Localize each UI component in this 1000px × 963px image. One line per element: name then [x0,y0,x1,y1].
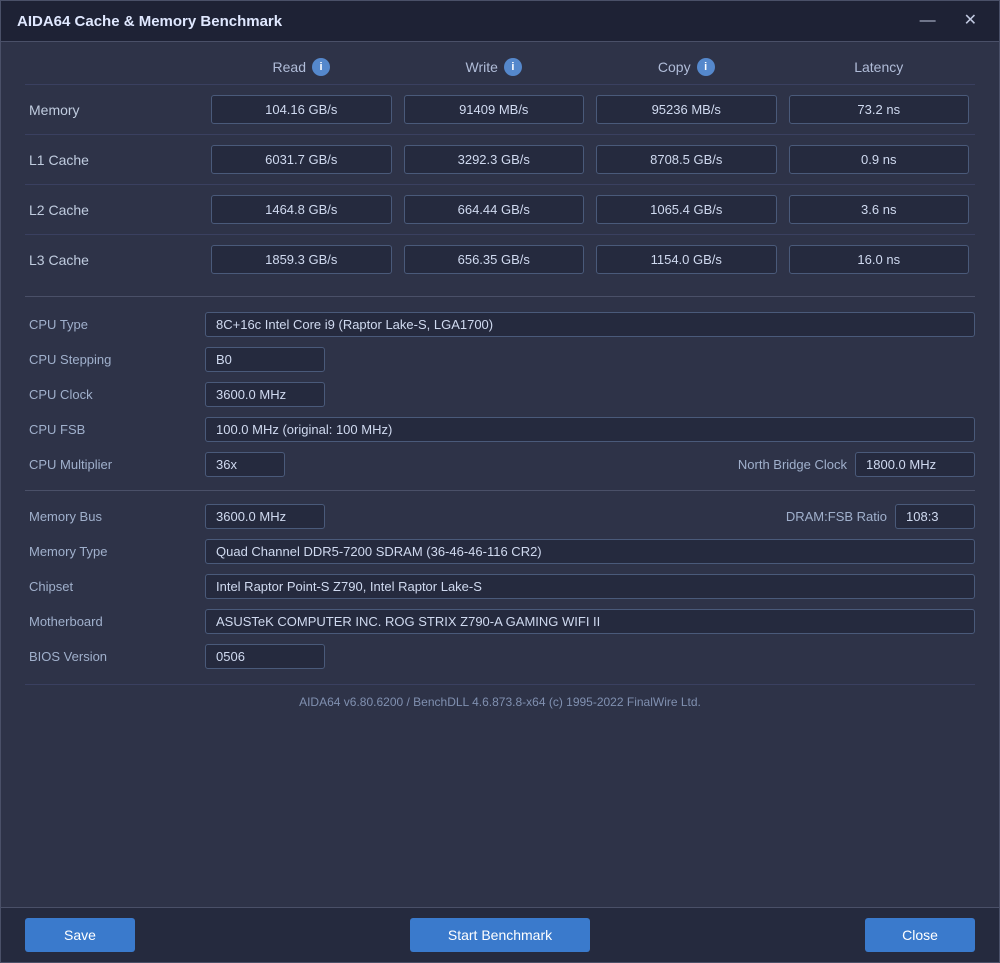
l2cache-copy: 1065.4 GB/s [596,195,777,224]
l1cache-row: L1 Cache 6031.7 GB/s 3292.3 GB/s 8708.5 … [25,134,975,184]
memory-bus-label: Memory Bus [25,509,205,524]
chipset-row: Chipset Intel Raptor Point-S Z790, Intel… [25,571,975,602]
cpu-stepping-row: CPU Stepping B0 [25,344,975,375]
section-divider-2 [25,490,975,491]
cpu-stepping-value: B0 [205,347,325,372]
content-area: Read i Write i Copy i Latency Memory 104… [1,42,999,907]
l2cache-row: L2 Cache 1464.8 GB/s 664.44 GB/s 1065.4 … [25,184,975,234]
north-bridge-value: 1800.0 MHz [855,452,975,477]
window-controls: — ✕ [914,11,983,31]
memory-write: 91409 MB/s [404,95,585,124]
copy-header: Copy i [590,58,783,76]
cpu-fsb-label: CPU FSB [25,422,205,437]
read-header: Read i [205,58,398,76]
memory-bus-value: 3600.0 MHz [205,504,325,529]
cpu-fsb-value: 100.0 MHz (original: 100 MHz) [205,417,975,442]
bios-row: BIOS Version 0506 [25,641,975,672]
l1cache-copy: 8708.5 GB/s [596,145,777,174]
memory-type-label: Memory Type [25,544,205,559]
l2cache-write: 664.44 GB/s [404,195,585,224]
cpu-clock-value: 3600.0 MHz [205,382,325,407]
write-info-icon[interactable]: i [504,58,522,76]
chipset-value: Intel Raptor Point-S Z790, Intel Raptor … [205,574,975,599]
cpu-type-row: CPU Type 8C+16c Intel Core i9 (Raptor La… [25,309,975,340]
cpu-multiplier-label: CPU Multiplier [25,457,205,472]
motherboard-value: ASUSTeK COMPUTER INC. ROG STRIX Z790-A G… [205,609,975,634]
dram-fsb-value: 108:3 [895,504,975,529]
bios-value: 0506 [205,644,325,669]
cpu-clock-row: CPU Clock 3600.0 MHz [25,379,975,410]
l2cache-read: 1464.8 GB/s [211,195,392,224]
title-bar: AIDA64 Cache & Memory Benchmark — ✕ [1,1,999,42]
north-bridge-label: North Bridge Clock [738,457,847,472]
save-button[interactable]: Save [25,918,135,952]
minimize-button[interactable]: — [914,11,942,31]
footer-status: AIDA64 v6.80.6200 / BenchDLL 4.6.873.8-x… [25,684,975,715]
l3cache-label: L3 Cache [25,252,205,268]
memory-type-value: Quad Channel DDR5-7200 SDRAM (36-46-46-1… [205,539,975,564]
dram-fsb-label: DRAM:FSB Ratio [786,509,887,524]
write-header: Write i [398,58,591,76]
info-section: CPU Type 8C+16c Intel Core i9 (Raptor La… [25,309,975,672]
cpu-multiplier-row: CPU Multiplier 36x North Bridge Clock 18… [25,449,975,480]
main-window: AIDA64 Cache & Memory Benchmark — ✕ Read… [0,0,1000,963]
motherboard-label: Motherboard [25,614,205,629]
cpu-type-value: 8C+16c Intel Core i9 (Raptor Lake-S, LGA… [205,312,975,337]
l3cache-read: 1859.3 GB/s [211,245,392,274]
window-title: AIDA64 Cache & Memory Benchmark [17,13,282,30]
section-divider [25,296,975,297]
l1cache-latency: 0.9 ns [789,145,970,174]
memory-read: 104.16 GB/s [211,95,392,124]
column-headers: Read i Write i Copy i Latency [25,58,975,76]
memory-bus-row: Memory Bus 3600.0 MHz DRAM:FSB Ratio 108… [25,501,975,532]
close-button-bottom[interactable]: Close [865,918,975,952]
l1cache-write: 3292.3 GB/s [404,145,585,174]
read-info-icon[interactable]: i [312,58,330,76]
l1cache-read: 6031.7 GB/s [211,145,392,174]
cpu-multiplier-value: 36x [205,452,285,477]
cpu-fsb-row: CPU FSB 100.0 MHz (original: 100 MHz) [25,414,975,445]
cpu-type-label: CPU Type [25,317,205,332]
latency-header: Latency [783,59,976,75]
bottom-bar: Save Start Benchmark Close [1,907,999,962]
l1cache-label: L1 Cache [25,152,205,168]
l3cache-row: L3 Cache 1859.3 GB/s 656.35 GB/s 1154.0 … [25,234,975,284]
close-button[interactable]: ✕ [958,11,983,31]
memory-type-row: Memory Type Quad Channel DDR5-7200 SDRAM… [25,536,975,567]
cpu-clock-label: CPU Clock [25,387,205,402]
memory-latency: 73.2 ns [789,95,970,124]
chipset-label: Chipset [25,579,205,594]
l2cache-label: L2 Cache [25,202,205,218]
start-benchmark-button[interactable]: Start Benchmark [410,918,590,952]
memory-row: Memory 104.16 GB/s 91409 MB/s 95236 MB/s… [25,84,975,134]
l2cache-latency: 3.6 ns [789,195,970,224]
bios-label: BIOS Version [25,649,205,664]
cpu-stepping-label: CPU Stepping [25,352,205,367]
l3cache-write: 656.35 GB/s [404,245,585,274]
copy-info-icon[interactable]: i [697,58,715,76]
l3cache-copy: 1154.0 GB/s [596,245,777,274]
l3cache-latency: 16.0 ns [789,245,970,274]
memory-copy: 95236 MB/s [596,95,777,124]
memory-label: Memory [25,102,205,118]
motherboard-row: Motherboard ASUSTeK COMPUTER INC. ROG ST… [25,606,975,637]
